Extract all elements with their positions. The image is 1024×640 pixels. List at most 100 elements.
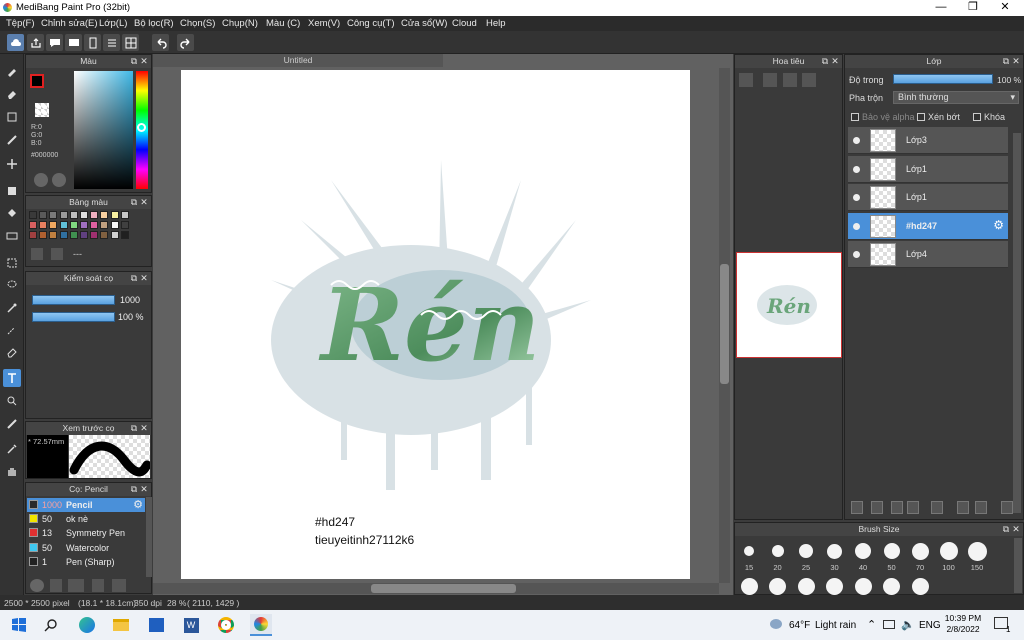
eye-icon[interactable] [853, 222, 860, 230]
brush-list-item[interactable]: 1000 Pencil ⚙ [27, 498, 145, 512]
float-icon[interactable]: ⧉ [1001, 55, 1011, 68]
brush-size-dot[interactable] [826, 577, 843, 595]
copy-brush-icon[interactable] [50, 579, 62, 592]
palette-swatch[interactable] [120, 211, 129, 219]
palette-swatch[interactable] [80, 221, 88, 229]
select-icon[interactable] [3, 254, 21, 272]
magic-wand-icon[interactable] [3, 299, 21, 317]
palette-swatch[interactable] [120, 221, 129, 229]
brush-size-dot[interactable] [967, 541, 987, 561]
palette-swatch[interactable] [100, 221, 109, 229]
brush-opacity-value[interactable]: 100 % [118, 312, 144, 322]
zoom-out-icon[interactable] [802, 73, 816, 87]
chat-icon[interactable] [65, 34, 82, 51]
menu-window[interactable]: Cửa sổ(W) [401, 18, 447, 29]
new-halftone-layer-icon[interactable] [871, 501, 883, 514]
brush-size-dot[interactable] [799, 544, 813, 558]
chevron-up-icon[interactable]: ⌃ [867, 618, 876, 631]
layer-row[interactable]: #hd247 ⚙ [848, 212, 1008, 240]
select-pen-icon[interactable] [3, 321, 21, 339]
document-tab[interactable]: Untitled [153, 54, 443, 67]
menu-filter[interactable]: Bộ lọc(R) [134, 18, 174, 29]
float-icon[interactable]: ⧉ [129, 422, 139, 435]
float-icon[interactable]: ⧉ [129, 196, 139, 209]
copy-layer-icon[interactable] [891, 501, 903, 514]
color-picker-square[interactable] [74, 71, 133, 189]
brush-list-item[interactable]: 13 Symmetry Pen [27, 526, 145, 540]
brush-size-dot[interactable] [854, 577, 872, 595]
palette-swatch[interactable] [49, 231, 58, 239]
eye-icon[interactable] [853, 251, 860, 258]
language-indicator[interactable]: ENG [919, 620, 941, 631]
palette-swatch[interactable] [100, 231, 109, 239]
zoom-in-alt-icon[interactable] [763, 73, 777, 87]
navigator-preview[interactable]: Rén [736, 252, 842, 358]
brush-folder-icon[interactable] [112, 579, 126, 592]
file-explorer-icon[interactable] [110, 614, 132, 636]
menu-color[interactable]: Màu (C) [266, 18, 300, 29]
menu-tools[interactable]: Công cụ(T) [347, 18, 395, 29]
close-icon[interactable]: ✕ [139, 422, 149, 435]
redo-icon[interactable] [177, 34, 194, 51]
share-icon[interactable] [27, 34, 44, 51]
brush-list-item[interactable]: 1 Pen (Sharp) [27, 555, 145, 569]
eraser-icon[interactable] [3, 85, 21, 103]
pen-icon[interactable] [3, 131, 21, 149]
menu-select[interactable]: Chọn(S) [180, 18, 215, 29]
palette-swatch[interactable] [29, 221, 37, 229]
network-icon[interactable] [883, 620, 895, 629]
delete-palette-icon[interactable] [51, 248, 63, 260]
edge-icon[interactable] [76, 614, 98, 636]
palette-swatch[interactable] [59, 211, 68, 219]
palette-swatch[interactable] [29, 231, 37, 239]
weather-desc[interactable]: Light rain [815, 620, 856, 631]
close-icon[interactable]: ✕ [139, 483, 149, 496]
brush-list-item[interactable]: 50 ok nè [27, 512, 145, 526]
layer-row[interactable]: Lớp4 [848, 241, 1008, 268]
weather-temp[interactable]: 64°F [789, 620, 810, 631]
palette-swatch[interactable] [69, 221, 78, 229]
page-icon[interactable] [84, 34, 101, 51]
brush-size-dot[interactable] [740, 577, 758, 595]
menu-file[interactable]: Tệp(F) [6, 18, 35, 29]
close-icon[interactable]: ✕ [139, 196, 149, 209]
word-icon[interactable]: W [180, 614, 202, 636]
lasso-icon[interactable] [3, 276, 21, 294]
palette-swatch[interactable] [59, 231, 68, 239]
brush-settings-icon[interactable] [92, 579, 104, 592]
close-icon[interactable]: ✕ [139, 55, 149, 68]
add-brush-icon[interactable] [30, 579, 44, 592]
layer-row[interactable]: Lớp3 [848, 127, 1008, 154]
palette-swatch[interactable] [80, 211, 88, 219]
menu-capture[interactable]: Chụp(N) [222, 18, 258, 29]
brush-icon[interactable] [3, 62, 21, 80]
canvas-vscroll-thumb[interactable] [720, 264, 729, 384]
float-icon[interactable]: ⧉ [129, 272, 139, 285]
primary-color-swatch[interactable] [30, 74, 44, 88]
volume-icon[interactable]: 🔈 [901, 618, 915, 631]
hue-handle[interactable] [137, 123, 146, 132]
brush-size-dot[interactable] [939, 542, 958, 560]
float-icon[interactable]: ⧉ [1001, 523, 1011, 536]
grid-icon[interactable] [122, 34, 139, 51]
minimize-button[interactable]: — [926, 0, 956, 16]
brush-size-slider[interactable] [32, 295, 115, 305]
palette-swatch[interactable] [39, 221, 48, 229]
menu-cloud[interactable]: Cloud [452, 18, 477, 29]
palette-swatch[interactable] [100, 211, 109, 219]
brush-list-scrollbar[interactable] [146, 497, 152, 577]
menu-help[interactable]: Help [486, 18, 506, 29]
brush-size-dot[interactable] [744, 546, 754, 556]
add-layer-menu-icon[interactable] [907, 501, 919, 514]
brush-size-dot[interactable] [911, 542, 929, 560]
float-icon[interactable]: ⧉ [820, 55, 830, 68]
store-icon[interactable] [145, 614, 167, 636]
eyedropper-icon[interactable] [3, 440, 21, 458]
duplicate-icon[interactable] [957, 501, 969, 514]
palette-swatch[interactable] [69, 211, 78, 219]
brush-list-item[interactable]: 50 Watercolor [27, 541, 145, 555]
palette-swatch[interactable] [110, 211, 119, 219]
float-icon[interactable]: ⧉ [129, 483, 139, 496]
palette-swatch[interactable] [110, 221, 119, 229]
menu-view[interactable]: Xem(V) [308, 18, 340, 29]
